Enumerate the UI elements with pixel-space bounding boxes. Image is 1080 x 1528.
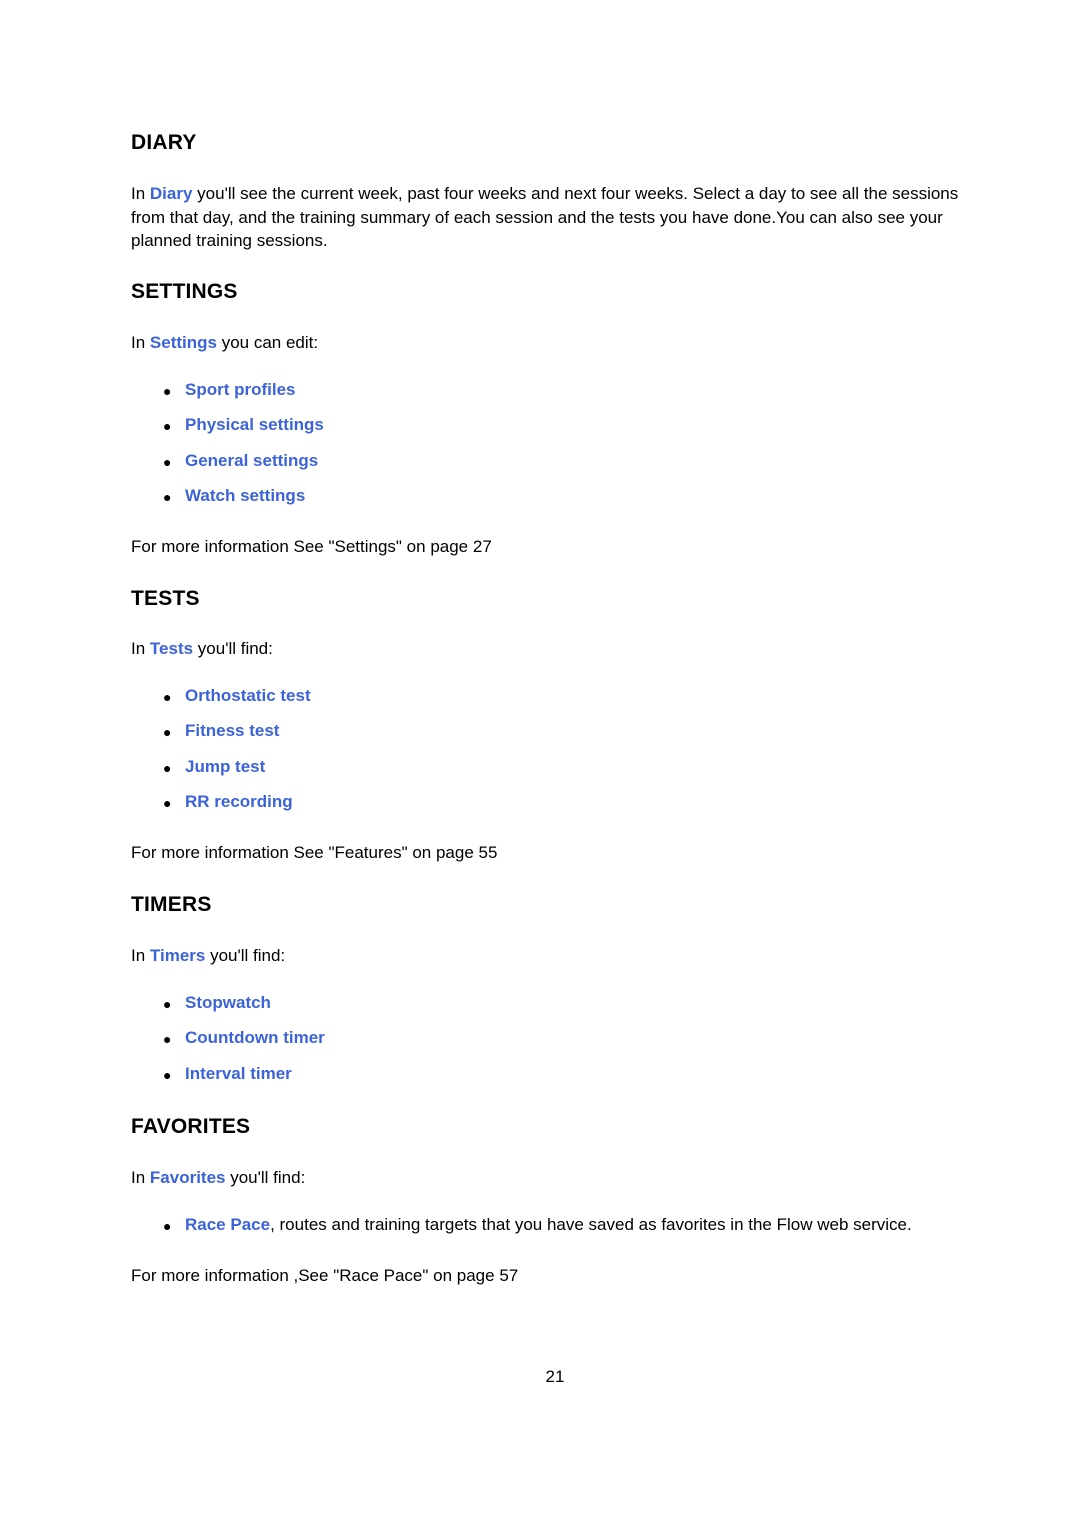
bullet-icon: ●: [163, 794, 172, 811]
tests-link[interactable]: Tests: [150, 639, 193, 658]
section-heading-favorites: FAVORITES: [131, 1115, 251, 1138]
list-item: ● Orthostatic test: [160, 686, 311, 721]
fitness-test-link[interactable]: Fitness test: [185, 721, 279, 741]
bullet-icon: ●: [163, 383, 172, 399]
section-heading-diary: DIARY: [131, 131, 197, 154]
general-settings-link[interactable]: General settings: [185, 451, 318, 471]
countdown-timer-link[interactable]: Countdown timer: [185, 1028, 325, 1048]
jump-test-link[interactable]: Jump test: [185, 757, 265, 777]
settings-list: ● Sport profiles ● Physical settings ● Gene…: [160, 380, 324, 521]
intro-prefix: In: [131, 184, 150, 203]
intro-prefix: In: [131, 946, 150, 965]
intro-suffix: you'll find:: [225, 1168, 306, 1187]
section-heading-timers: TIMERS: [131, 893, 212, 916]
bullet-icon: ●: [163, 1218, 172, 1234]
list-item: ● RR recording: [160, 792, 311, 827]
list-item: ● Sport profiles: [160, 380, 324, 415]
favorites-item-suffix: , routes and training targets that you h…: [270, 1215, 912, 1234]
section-heading-tests: TESTS: [131, 587, 200, 610]
bullet-icon: ●: [163, 1066, 172, 1083]
diary-paragraph: In Diary you'll see the current week, pa…: [131, 182, 976, 253]
bullet-icon: ●: [163, 488, 172, 505]
settings-more-info[interactable]: For more information See "Settings" on p…: [131, 535, 991, 559]
section-heading-settings: SETTINGS: [131, 280, 238, 303]
bullet-icon: ●: [163, 418, 172, 435]
favorites-list: ● Race Pace, routes and training targets …: [160, 1215, 912, 1250]
intro-suffix: you'll see the current week, past four w…: [131, 184, 959, 250]
favorites-more-info[interactable]: For more information ,See "Race Pace" on…: [131, 1264, 991, 1288]
watch-settings-link[interactable]: Watch settings: [185, 486, 305, 506]
bullet-icon: ●: [163, 453, 172, 470]
orthostatic-test-link[interactable]: Orthostatic test: [185, 686, 311, 706]
bullet-icon: ●: [163, 724, 172, 741]
intro-suffix: you'll find:: [205, 946, 286, 965]
intro-suffix: you can edit:: [216, 333, 319, 352]
intro-prefix: In: [131, 1168, 150, 1187]
tests-more-info[interactable]: For more information See "Features" on p…: [131, 841, 991, 865]
favorites-item-text: Race Pace, routes and training targets t…: [185, 1215, 912, 1235]
rr-recording-link[interactable]: RR recording: [185, 792, 293, 812]
list-item: ● Jump test: [160, 757, 311, 792]
list-item: ● Countdown timer: [160, 1028, 325, 1063]
bullet-icon: ●: [163, 689, 172, 705]
bullet-icon: ●: [163, 996, 172, 1012]
stopwatch-link[interactable]: Stopwatch: [185, 993, 271, 1013]
bullet-icon: ●: [163, 759, 172, 776]
diary-link[interactable]: Diary: [150, 184, 193, 203]
intro-suffix: you'll find:: [193, 639, 273, 658]
list-item: ● Fitness test: [160, 721, 311, 756]
list-item: ● Stopwatch: [160, 993, 325, 1028]
race-pace-link[interactable]: Race Pace: [185, 1215, 270, 1234]
intro-prefix: In: [131, 639, 150, 658]
list-item: ● Physical settings: [160, 415, 324, 450]
settings-link[interactable]: Settings: [150, 333, 217, 352]
sport-profiles-link[interactable]: Sport profiles: [185, 380, 296, 400]
intro-prefix: In: [131, 333, 150, 352]
favorites-intro: In Favorites you'll find:: [131, 1166, 991, 1190]
settings-intro: In Settings you can edit:: [131, 331, 991, 355]
tests-intro: In Tests you'll find:: [131, 637, 991, 661]
favorites-link[interactable]: Favorites: [150, 1168, 226, 1187]
list-item: ● Race Pace, routes and training targets …: [160, 1215, 912, 1250]
timers-intro: In Timers you'll find:: [131, 944, 991, 968]
tests-list: ● Orthostatic test ● Fitness test ● Jump te…: [160, 686, 311, 827]
timers-link[interactable]: Timers: [150, 946, 205, 965]
timers-list: ● Stopwatch ● Countdown timer ● Interval ti…: [160, 993, 325, 1099]
physical-settings-link[interactable]: Physical settings: [185, 415, 324, 435]
document-page: DIARY In Diary you'll see the current we…: [0, 0, 1080, 1528]
bullet-icon: ●: [163, 1031, 172, 1048]
list-item: ● General settings: [160, 451, 324, 486]
page-number: 21: [545, 1367, 565, 1386]
list-item: ● Watch settings: [160, 486, 324, 521]
list-item: ● Interval timer: [160, 1064, 325, 1099]
interval-timer-link[interactable]: Interval timer: [185, 1064, 292, 1084]
